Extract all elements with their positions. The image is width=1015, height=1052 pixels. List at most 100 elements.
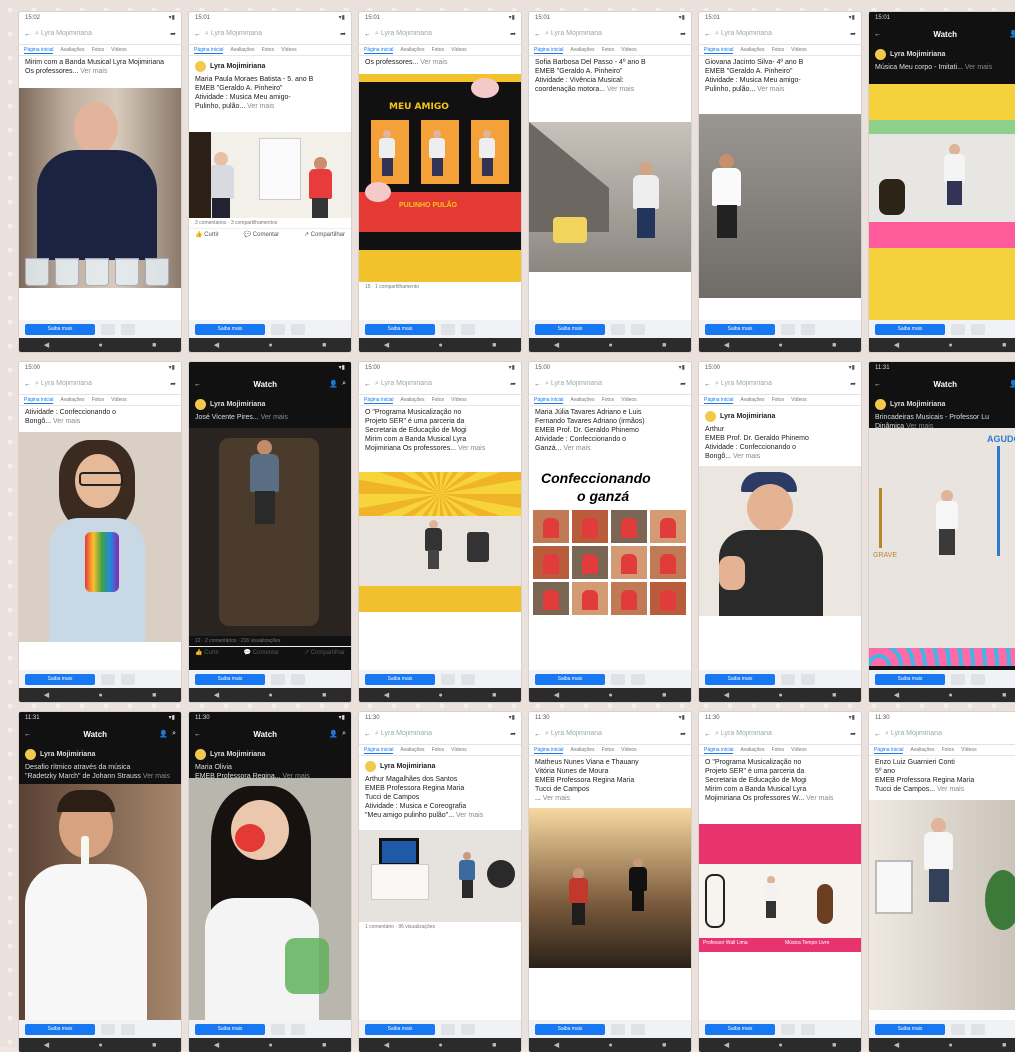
tab-1[interactable]: Avaliações	[60, 47, 84, 53]
nav-recents-icon[interactable]: ■	[152, 692, 156, 699]
nav-home-icon[interactable]: ●	[778, 342, 782, 349]
nav-back-icon[interactable]: ◀	[44, 1041, 49, 1049]
nav-recents-icon[interactable]: ■	[322, 692, 326, 699]
search-field[interactable]: ⌕ Lyra Mojimiriana	[375, 30, 506, 38]
nav-home-icon[interactable]: ●	[778, 1042, 782, 1049]
search-field[interactable]: ⌕ Lyra Mojimiriana	[545, 730, 676, 738]
more-button[interactable]	[461, 1023, 475, 1035]
post-media[interactable]	[19, 88, 181, 288]
messenger-button[interactable]	[951, 323, 965, 335]
tab-0[interactable]: Página inicial	[534, 397, 564, 404]
nav-back-icon[interactable]: ◀	[724, 1041, 729, 1049]
see-more-link[interactable]: Ver mais	[963, 64, 992, 71]
more-button[interactable]	[631, 1023, 645, 1035]
more-button[interactable]	[631, 323, 645, 335]
nav-recents-icon[interactable]: ■	[832, 1042, 836, 1049]
tab-2[interactable]: Fotos	[602, 747, 615, 753]
nav-back-icon[interactable]: ◀	[214, 1041, 219, 1049]
profile-icon[interactable]: 👤	[1009, 380, 1015, 388]
messenger-button[interactable]	[781, 673, 795, 685]
share-icon[interactable]: ➦	[680, 380, 686, 388]
post-media[interactable]	[699, 466, 861, 616]
post-media[interactable]	[359, 830, 521, 922]
saiba-mais-button[interactable]: Saiba mais	[535, 1023, 605, 1035]
tab-3[interactable]: Vídeos	[791, 47, 807, 53]
more-button[interactable]	[971, 673, 985, 685]
messenger-button[interactable]	[441, 323, 455, 335]
saiba-mais-button[interactable]: Saiba mais	[365, 673, 435, 685]
nav-recents-icon[interactable]: ■	[1002, 692, 1006, 699]
tab-1[interactable]: Avaliações	[570, 747, 594, 753]
nav-home-icon[interactable]: ●	[268, 342, 272, 349]
tab-0[interactable]: Página inicial	[194, 47, 224, 54]
saiba-mais-button[interactable]: Saiba mais	[365, 323, 435, 335]
messenger-button[interactable]	[101, 1023, 115, 1035]
messenger-button[interactable]	[951, 1023, 965, 1035]
post-media[interactable]: AGUDO GRAVE	[869, 428, 1015, 666]
profile-icon[interactable]: 👤	[329, 380, 338, 388]
tab-2[interactable]: Fotos	[92, 397, 105, 403]
share-button[interactable]: ↗ Compartilhar	[304, 231, 345, 238]
page-header[interactable]: Lyra Mojimiriana	[875, 49, 1015, 60]
share-icon[interactable]: ➦	[340, 30, 346, 38]
more-button[interactable]	[801, 673, 815, 685]
post-media[interactable]	[19, 784, 181, 1024]
search-icon[interactable]: ⌕	[342, 380, 346, 388]
nav-home-icon[interactable]: ●	[608, 342, 612, 349]
nav-home-icon[interactable]: ●	[948, 1042, 952, 1049]
search-field[interactable]: ⌕ Lyra Mojimiriana	[715, 30, 846, 38]
see-more-link[interactable]: Ver mais	[935, 786, 964, 793]
messenger-button[interactable]	[781, 323, 795, 335]
comment-button[interactable]: 💬 Comentar	[244, 231, 279, 238]
nav-back-icon[interactable]: ◀	[214, 341, 219, 349]
saiba-mais-button[interactable]: Saiba mais	[195, 673, 265, 685]
messenger-button[interactable]	[441, 1023, 455, 1035]
nav-home-icon[interactable]: ●	[948, 342, 952, 349]
tab-1[interactable]: Avaliações	[60, 397, 84, 403]
nav-recents-icon[interactable]: ■	[832, 692, 836, 699]
nav-recents-icon[interactable]: ■	[1002, 1042, 1006, 1049]
search-field[interactable]: ⌕ Lyra Mojimiriana	[35, 30, 166, 38]
profile-icon[interactable]: 👤	[1009, 30, 1015, 38]
tab-0[interactable]: Página inicial	[364, 397, 394, 404]
search-field[interactable]: ⌕ Lyra Mojimiriana	[715, 730, 846, 738]
nav-home-icon[interactable]: ●	[268, 1042, 272, 1049]
saiba-mais-button[interactable]: Saiba mais	[25, 1023, 95, 1035]
saiba-mais-button[interactable]: Saiba mais	[25, 673, 95, 685]
tab-0[interactable]: Página inicial	[24, 47, 54, 54]
messenger-button[interactable]	[101, 323, 115, 335]
post-media[interactable]	[189, 778, 351, 1024]
see-more-link[interactable]: Ver mais	[755, 86, 784, 93]
share-icon[interactable]: ➦	[510, 30, 516, 38]
page-header[interactable]: Lyra Mojimiriana	[195, 399, 345, 410]
tab-2[interactable]: Fotos	[432, 747, 445, 753]
saiba-mais-button[interactable]: Saiba mais	[705, 673, 775, 685]
nav-back-icon[interactable]: ◀	[894, 691, 899, 699]
saiba-mais-button[interactable]: Saiba mais	[365, 1023, 435, 1035]
nav-back-icon[interactable]: ◀	[894, 1041, 899, 1049]
nav-home-icon[interactable]: ●	[438, 342, 442, 349]
share-icon[interactable]: ➦	[510, 380, 516, 388]
post-media[interactable]: MEU AMIGO PULINHO PULÃO	[359, 74, 521, 282]
search-field[interactable]: ⌕ Lyra Mojimiriana	[205, 30, 336, 38]
more-button[interactable]	[291, 1023, 305, 1035]
back-arrow-icon[interactable]: ←	[194, 31, 201, 38]
post-media[interactable]: Confeccionando o ganzá	[529, 470, 691, 630]
nav-recents-icon[interactable]: ■	[662, 342, 666, 349]
more-button[interactable]	[801, 1023, 815, 1035]
like-button[interactable]: 👍 Curtir	[195, 231, 219, 238]
back-arrow-icon[interactable]: ←	[364, 31, 371, 38]
nav-recents-icon[interactable]: ■	[492, 1042, 496, 1049]
messenger-button[interactable]	[611, 673, 625, 685]
saiba-mais-button[interactable]: Saiba mais	[705, 1023, 775, 1035]
more-button[interactable]	[121, 673, 135, 685]
see-more-link[interactable]: Ver mais	[561, 445, 590, 452]
saiba-mais-button[interactable]: Saiba mais	[195, 1023, 265, 1035]
messenger-button[interactable]	[951, 673, 965, 685]
tab-3[interactable]: Vídeos	[791, 397, 807, 403]
nav-back-icon[interactable]: ◀	[384, 1041, 389, 1049]
nav-home-icon[interactable]: ●	[438, 692, 442, 699]
search-icon[interactable]: ⌕	[172, 730, 176, 738]
saiba-mais-button[interactable]: Saiba mais	[195, 323, 265, 335]
see-more-link[interactable]: Ver mais	[141, 773, 170, 780]
